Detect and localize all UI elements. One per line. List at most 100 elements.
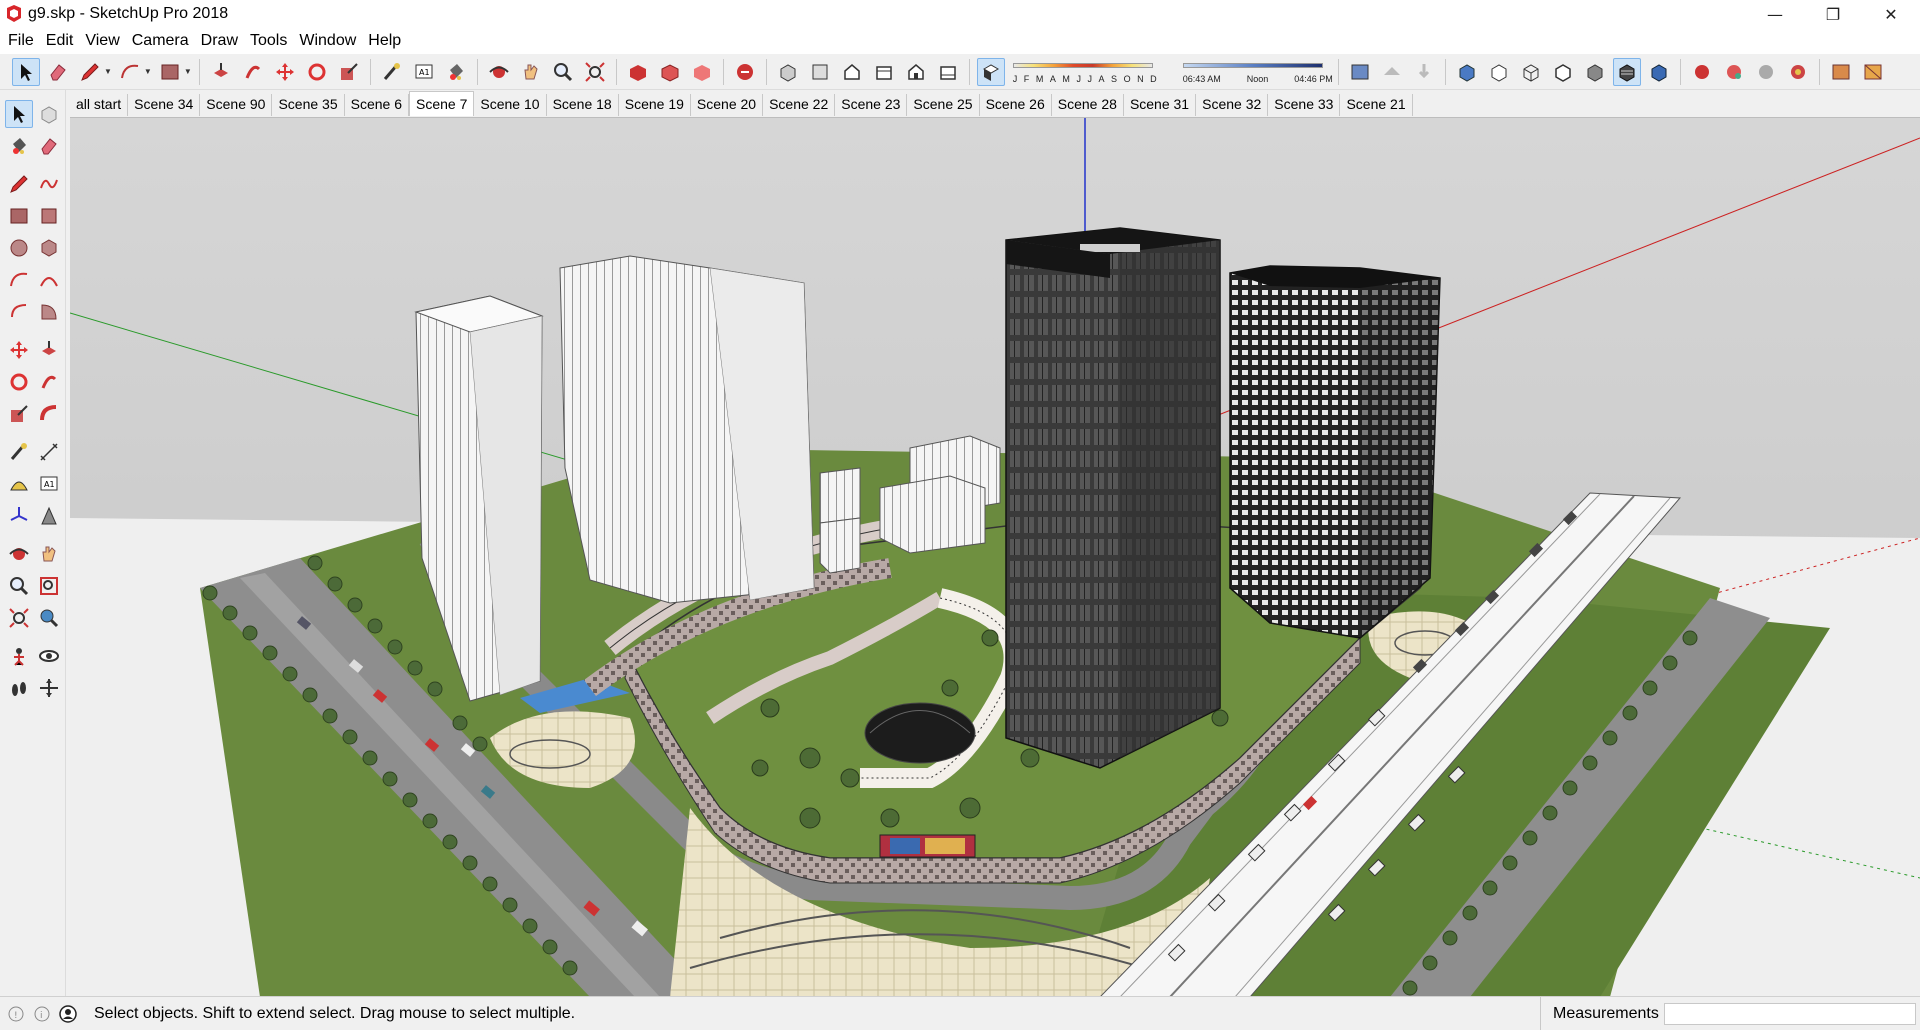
ruby-console-icon[interactable] (1827, 58, 1855, 86)
arc-tool-icon[interactable] (5, 266, 33, 294)
eraser-tool-icon[interactable] (44, 58, 72, 86)
scale-tool-icon[interactable] (5, 400, 33, 428)
menu-file[interactable]: File (2, 28, 40, 54)
layers-icon[interactable] (1784, 58, 1812, 86)
polygon-tool-icon[interactable] (35, 234, 63, 262)
section-plane-icon[interactable] (35, 674, 63, 702)
scene-tab-90[interactable]: Scene 90 (200, 94, 273, 116)
orbit-tool-icon[interactable] (485, 58, 513, 86)
measurements-input[interactable] (1664, 1003, 1916, 1025)
paint-bucket-icon[interactable] (442, 58, 470, 86)
shadows-toggle-icon[interactable] (976, 57, 1005, 86)
shadow-time-slider[interactable] (1182, 63, 1323, 68)
tape-measure-icon[interactable] (378, 58, 406, 86)
scene-tab-28[interactable]: Scene 28 (1052, 94, 1124, 116)
scene-tab-33[interactable]: Scene 33 (1268, 94, 1341, 116)
model-viewport[interactable] (70, 117, 1920, 996)
freehand-tool-icon[interactable] (35, 170, 63, 198)
rectangle-tool-icon[interactable] (5, 202, 33, 230)
line-tool-icon[interactable] (5, 170, 33, 198)
three-point-arc-icon[interactable] (5, 298, 33, 326)
walk-tool-icon[interactable] (5, 674, 33, 702)
text-tool-icon[interactable]: A1 (410, 58, 438, 86)
previous-view-icon[interactable] (35, 604, 63, 632)
zoom-tool-icon[interactable] (549, 58, 577, 86)
extension-manager-icon[interactable] (1859, 58, 1887, 86)
move-tool-icon[interactable] (271, 58, 299, 86)
rectangle-dropdown-icon[interactable]: ▼ (184, 67, 192, 76)
arc-dropdown-icon[interactable]: ▼ (144, 67, 152, 76)
monochrome-icon[interactable] (1645, 58, 1673, 86)
back-edges-icon[interactable] (1485, 58, 1513, 86)
tape-measure-icon[interactable] (5, 438, 33, 466)
eraser-tool-icon[interactable] (35, 132, 63, 160)
scene-tab-18[interactable]: Scene 18 (547, 94, 619, 116)
scene-tab-10[interactable]: Scene 10 (474, 94, 547, 116)
3d-warehouse-icon[interactable] (624, 58, 652, 86)
menu-tools[interactable]: Tools (244, 28, 293, 54)
menu-view[interactable]: View (79, 28, 125, 54)
materials-icon[interactable] (1720, 58, 1748, 86)
scene-tab-35[interactable]: Scene 35 (272, 94, 345, 116)
shaded-textures-icon[interactable] (1612, 57, 1641, 86)
wireframe-icon[interactable] (1517, 58, 1545, 86)
follow-me-tool-icon[interactable] (239, 58, 267, 86)
circle-tool-icon[interactable] (5, 234, 33, 262)
follow-me-tool-icon[interactable] (35, 368, 63, 396)
credits-icon[interactable]: i (32, 1004, 52, 1024)
menu-edit[interactable]: Edit (40, 28, 80, 54)
arc-tool-icon[interactable] (116, 58, 144, 86)
iso-view-icon[interactable] (774, 58, 802, 86)
pan-tool-icon[interactable] (517, 58, 545, 86)
orbit-tool-icon[interactable] (5, 540, 33, 568)
two-point-arc-icon[interactable] (35, 266, 63, 294)
scene-tab-6[interactable]: Scene 6 (345, 94, 410, 116)
rotate-tool-icon[interactable] (303, 58, 331, 86)
push-pull-tool-icon[interactable] (207, 58, 235, 86)
look-around-icon[interactable] (35, 642, 63, 670)
section-plane-icon[interactable] (731, 58, 759, 86)
back-view-icon[interactable] (902, 58, 930, 86)
scene-tab-all-start[interactable]: all start (70, 94, 129, 116)
close-button[interactable]: ✕ (1862, 0, 1920, 28)
front-view-icon[interactable] (838, 58, 866, 86)
menu-draw[interactable]: Draw (195, 28, 244, 54)
scene-tab-22[interactable]: Scene 22 (763, 94, 836, 116)
map-icon[interactable] (1346, 58, 1374, 86)
zoom-extents-icon[interactable] (581, 58, 609, 86)
scene-tab-26[interactable]: Scene 26 (980, 94, 1052, 116)
minimize-button[interactable]: — (1746, 0, 1804, 28)
text-tool-icon[interactable]: A1 (35, 470, 63, 498)
scene-tab-25[interactable]: Scene 25 (907, 94, 980, 116)
left-view-icon[interactable] (934, 58, 962, 86)
pencil-dropdown-icon[interactable]: ▼ (104, 67, 112, 76)
zoom-window-icon[interactable] (35, 572, 63, 600)
xray-style-icon[interactable] (1453, 58, 1481, 86)
offset-tool-icon[interactable] (35, 400, 63, 428)
position-camera-icon[interactable] (5, 642, 33, 670)
zoom-tool-icon[interactable] (5, 572, 33, 600)
scene-tab-21[interactable]: Scene 21 (1340, 94, 1413, 116)
pan-tool-icon[interactable] (35, 540, 63, 568)
paint-bucket-icon[interactable] (5, 132, 33, 160)
scene-tab-7[interactable]: Scene 7 (409, 91, 475, 116)
user-account-icon[interactable] (58, 1004, 78, 1024)
top-view-icon[interactable] (806, 58, 834, 86)
scene-tab-32[interactable]: Scene 32 (1196, 94, 1269, 116)
make-component-icon[interactable] (35, 100, 63, 128)
3d-text-icon[interactable] (35, 502, 63, 530)
menu-camera[interactable]: Camera (126, 28, 195, 54)
add-location-icon[interactable] (1378, 58, 1406, 86)
scale-tool-icon[interactable] (335, 58, 363, 86)
styles-icon[interactable] (1752, 58, 1780, 86)
scene-tab-34[interactable]: Scene 34 (128, 94, 201, 116)
push-pull-tool-icon[interactable] (35, 336, 63, 364)
move-tool-icon[interactable] (5, 336, 33, 364)
pencil-tool-icon[interactable] (76, 58, 104, 86)
scene-tab-19[interactable]: Scene 19 (619, 94, 691, 116)
menu-help[interactable]: Help (362, 28, 407, 54)
geo-location-icon[interactable]: ! (6, 1004, 26, 1024)
extension-warehouse-icon[interactable] (656, 58, 684, 86)
shaded-icon[interactable] (1581, 58, 1609, 86)
select-tool-icon[interactable] (12, 57, 40, 86)
